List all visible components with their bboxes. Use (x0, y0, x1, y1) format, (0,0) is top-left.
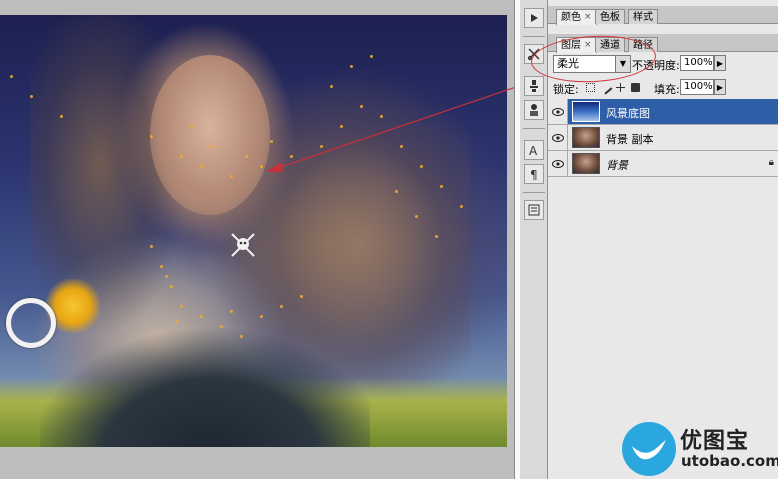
watermark-site: utobao.com (681, 452, 778, 470)
lock-all-icon[interactable] (631, 83, 640, 92)
layer-row[interactable]: 背景 🔒︎ (548, 151, 778, 177)
opacity-input[interactable]: 100% (680, 55, 714, 71)
visibility-eye-icon[interactable] (548, 125, 568, 150)
paragraph-icon[interactable]: ¶ (524, 164, 544, 184)
fill-label: 填充: (654, 83, 680, 96)
dock-separator (523, 192, 545, 193)
tab-label: 颜色 (561, 12, 581, 23)
layer-name[interactable]: 风景底图 (606, 105, 650, 121)
layer-thumbnail (572, 101, 600, 122)
lock-transparent-icon[interactable] (586, 83, 595, 92)
bird-logo-icon (622, 422, 676, 476)
visibility-eye-icon[interactable] (548, 99, 568, 124)
layer-lock-icon: 🔒︎ (768, 157, 774, 168)
clone-source-icon[interactable] (524, 76, 544, 96)
lock-position-icon[interactable] (616, 83, 625, 92)
lock-options (586, 80, 640, 95)
fill-value: 100% (684, 81, 713, 92)
layer-name[interactable]: 背景 副本 (606, 131, 654, 147)
fill-input[interactable]: 100% (680, 79, 714, 95)
tab-swatches[interactable]: 色板 (595, 9, 625, 24)
character-text-icon[interactable]: A (524, 140, 544, 160)
lock-label: 锁定: (553, 83, 579, 96)
layer-thumbnail (572, 127, 600, 148)
layer-name[interactable]: 背景 (606, 157, 628, 173)
tab-color[interactable]: 颜色 × (556, 9, 597, 25)
dock-separator (523, 36, 545, 37)
layer-row[interactable]: 风景底图 (548, 99, 778, 125)
layer-row[interactable]: 背景 副本 (548, 125, 778, 151)
lock-pixels-icon[interactable] (598, 80, 613, 95)
opacity-slider-arrow-icon[interactable]: ▶ (714, 55, 726, 71)
svg-text:A: A (529, 144, 538, 157)
tab-label: 色板 (600, 11, 620, 23)
play-action-icon[interactable] (524, 8, 544, 28)
close-icon[interactable]: × (584, 11, 592, 24)
opacity-value: 100% (684, 57, 713, 68)
dock-separator (523, 128, 545, 129)
watermark: 优图宝 utobao.com (622, 420, 778, 479)
watermark-brand: 优图宝 (680, 429, 750, 454)
color-panel-tabbar: 颜色 × 色板 样式 (548, 6, 778, 25)
tool-presets-icon[interactable] (524, 100, 544, 120)
fill-slider-arrow-icon[interactable]: ▶ (714, 79, 726, 95)
layer-comps-icon[interactable] (524, 200, 544, 220)
tab-label: 样式 (633, 11, 653, 23)
layer-thumbnail (572, 153, 600, 174)
visibility-eye-icon[interactable] (548, 151, 568, 176)
svg-text:¶: ¶ (530, 168, 538, 181)
tab-styles[interactable]: 样式 (628, 9, 658, 24)
